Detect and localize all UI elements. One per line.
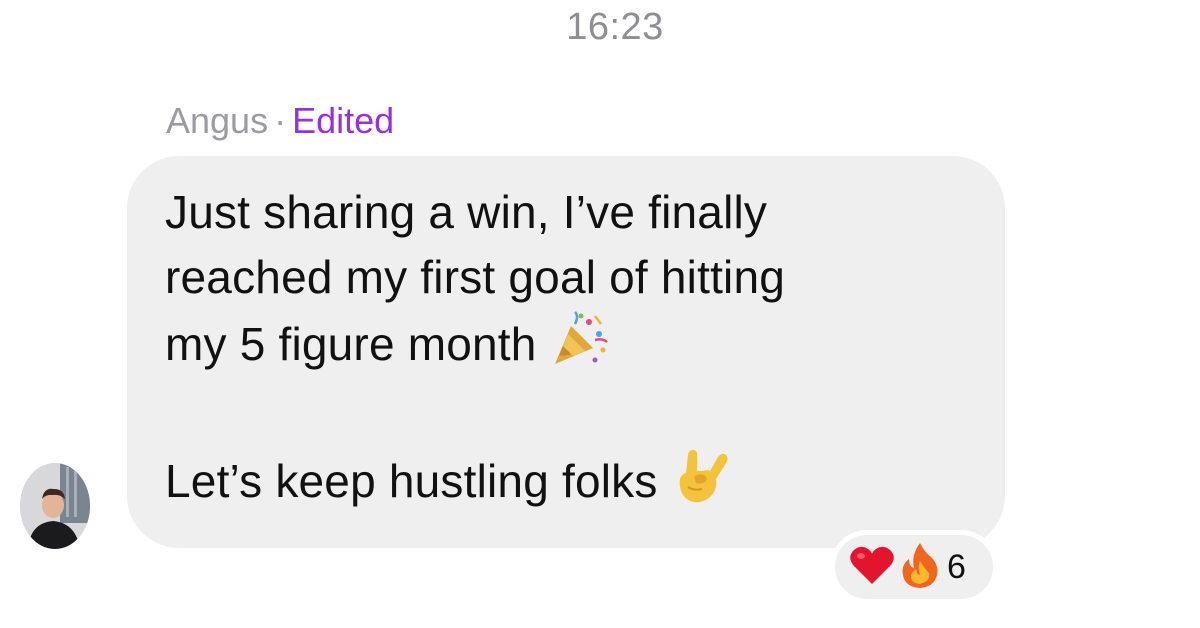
message-bubble[interactable]: Just sharing a win, I’ve finally reached… <box>127 156 1005 548</box>
avatar[interactable] <box>20 463 90 549</box>
red-heart-icon <box>849 544 895 591</box>
message-line-with-emoji: Let’s keep hustling folks <box>165 447 975 522</box>
reaction-count: 6 <box>947 547 966 586</box>
message-line-with-emoji: my 5 figure month <box>165 310 975 385</box>
party-popper-icon <box>551 310 609 385</box>
sender-name[interactable]: Angus <box>166 100 268 141</box>
message-line: reached my first goal of hitting <box>165 251 786 303</box>
avatar-photo <box>20 463 90 549</box>
sender-line: Angus · Edited <box>166 100 394 142</box>
message-timestamp: 16:23 <box>566 6 664 48</box>
message-line: my 5 figure month <box>165 318 537 370</box>
edited-label: Edited <box>292 100 395 141</box>
chat-screen: 16:23 Angus · Edited Just sharing a win, I… <box>0 0 1200 628</box>
sign-of-the-horns-icon <box>672 447 732 522</box>
message-line: Just sharing a win, I’ve finally <box>165 186 768 238</box>
message-line: Let’s keep hustling folks <box>165 455 658 507</box>
reactions-pill[interactable]: 6 <box>830 530 998 604</box>
separator: · <box>274 100 287 141</box>
fire-icon <box>899 541 941 594</box>
